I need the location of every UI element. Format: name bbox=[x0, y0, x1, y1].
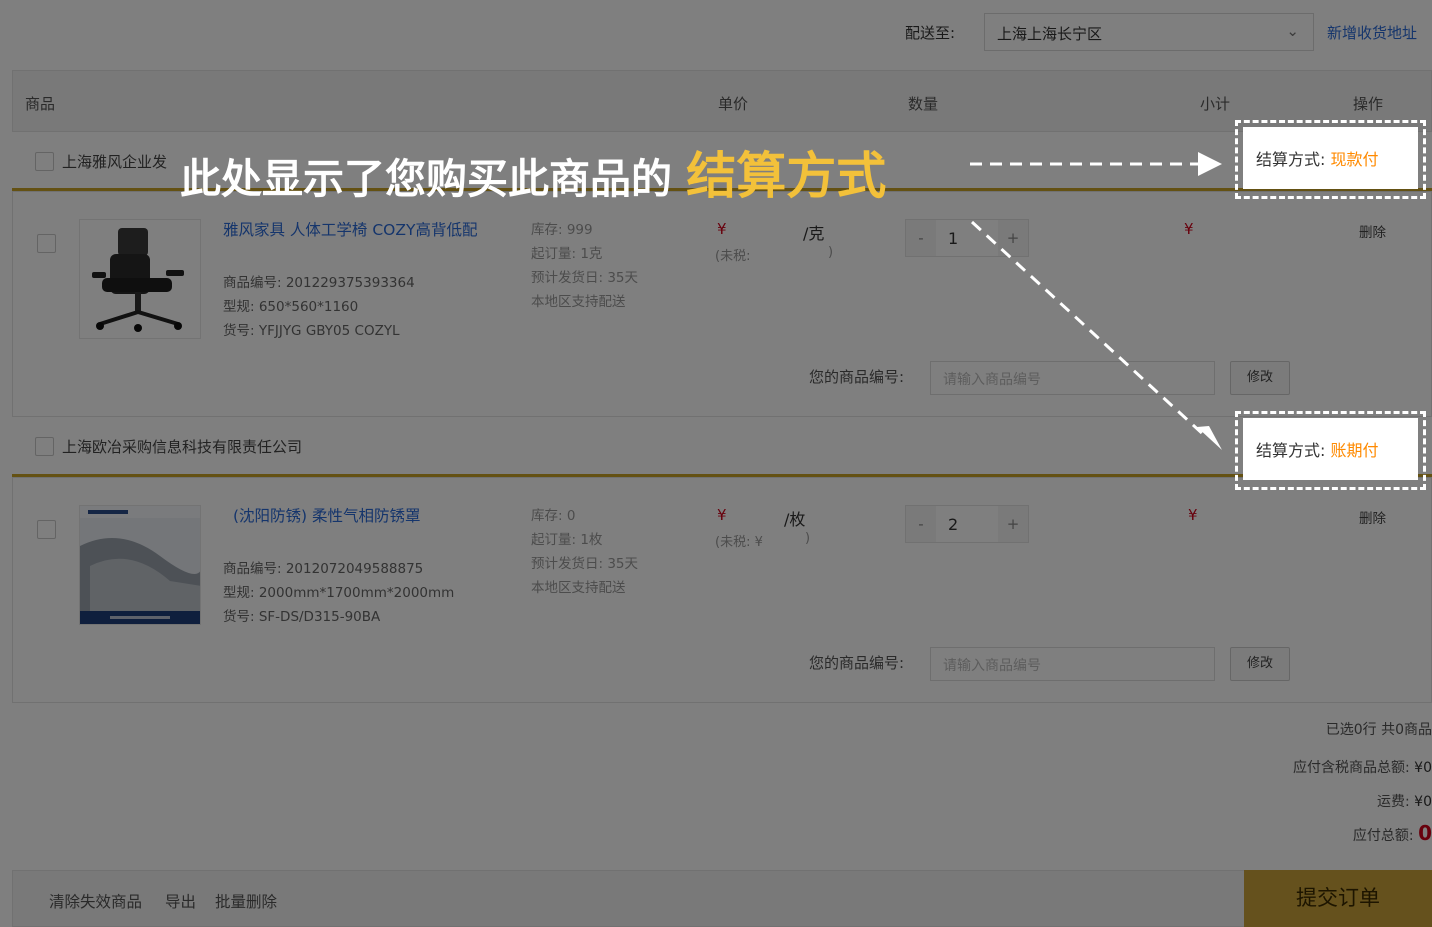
settlement-value: 现款付 bbox=[1330, 150, 1379, 169]
arrow-line-2 bbox=[970, 220, 1207, 438]
settlement-method-box: 结算方式: 现款付 bbox=[1243, 127, 1418, 189]
settlement-method-box: 结算方式: 账期付 bbox=[1243, 418, 1418, 480]
callout-arrows bbox=[970, 152, 1222, 450]
settlement-label: 结算方式: bbox=[1256, 441, 1326, 460]
arrow-head-1 bbox=[1198, 152, 1222, 176]
settlement-label: 结算方式: bbox=[1256, 150, 1326, 169]
settlement-value: 账期付 bbox=[1330, 441, 1379, 460]
arrow-head-2 bbox=[1197, 426, 1222, 450]
